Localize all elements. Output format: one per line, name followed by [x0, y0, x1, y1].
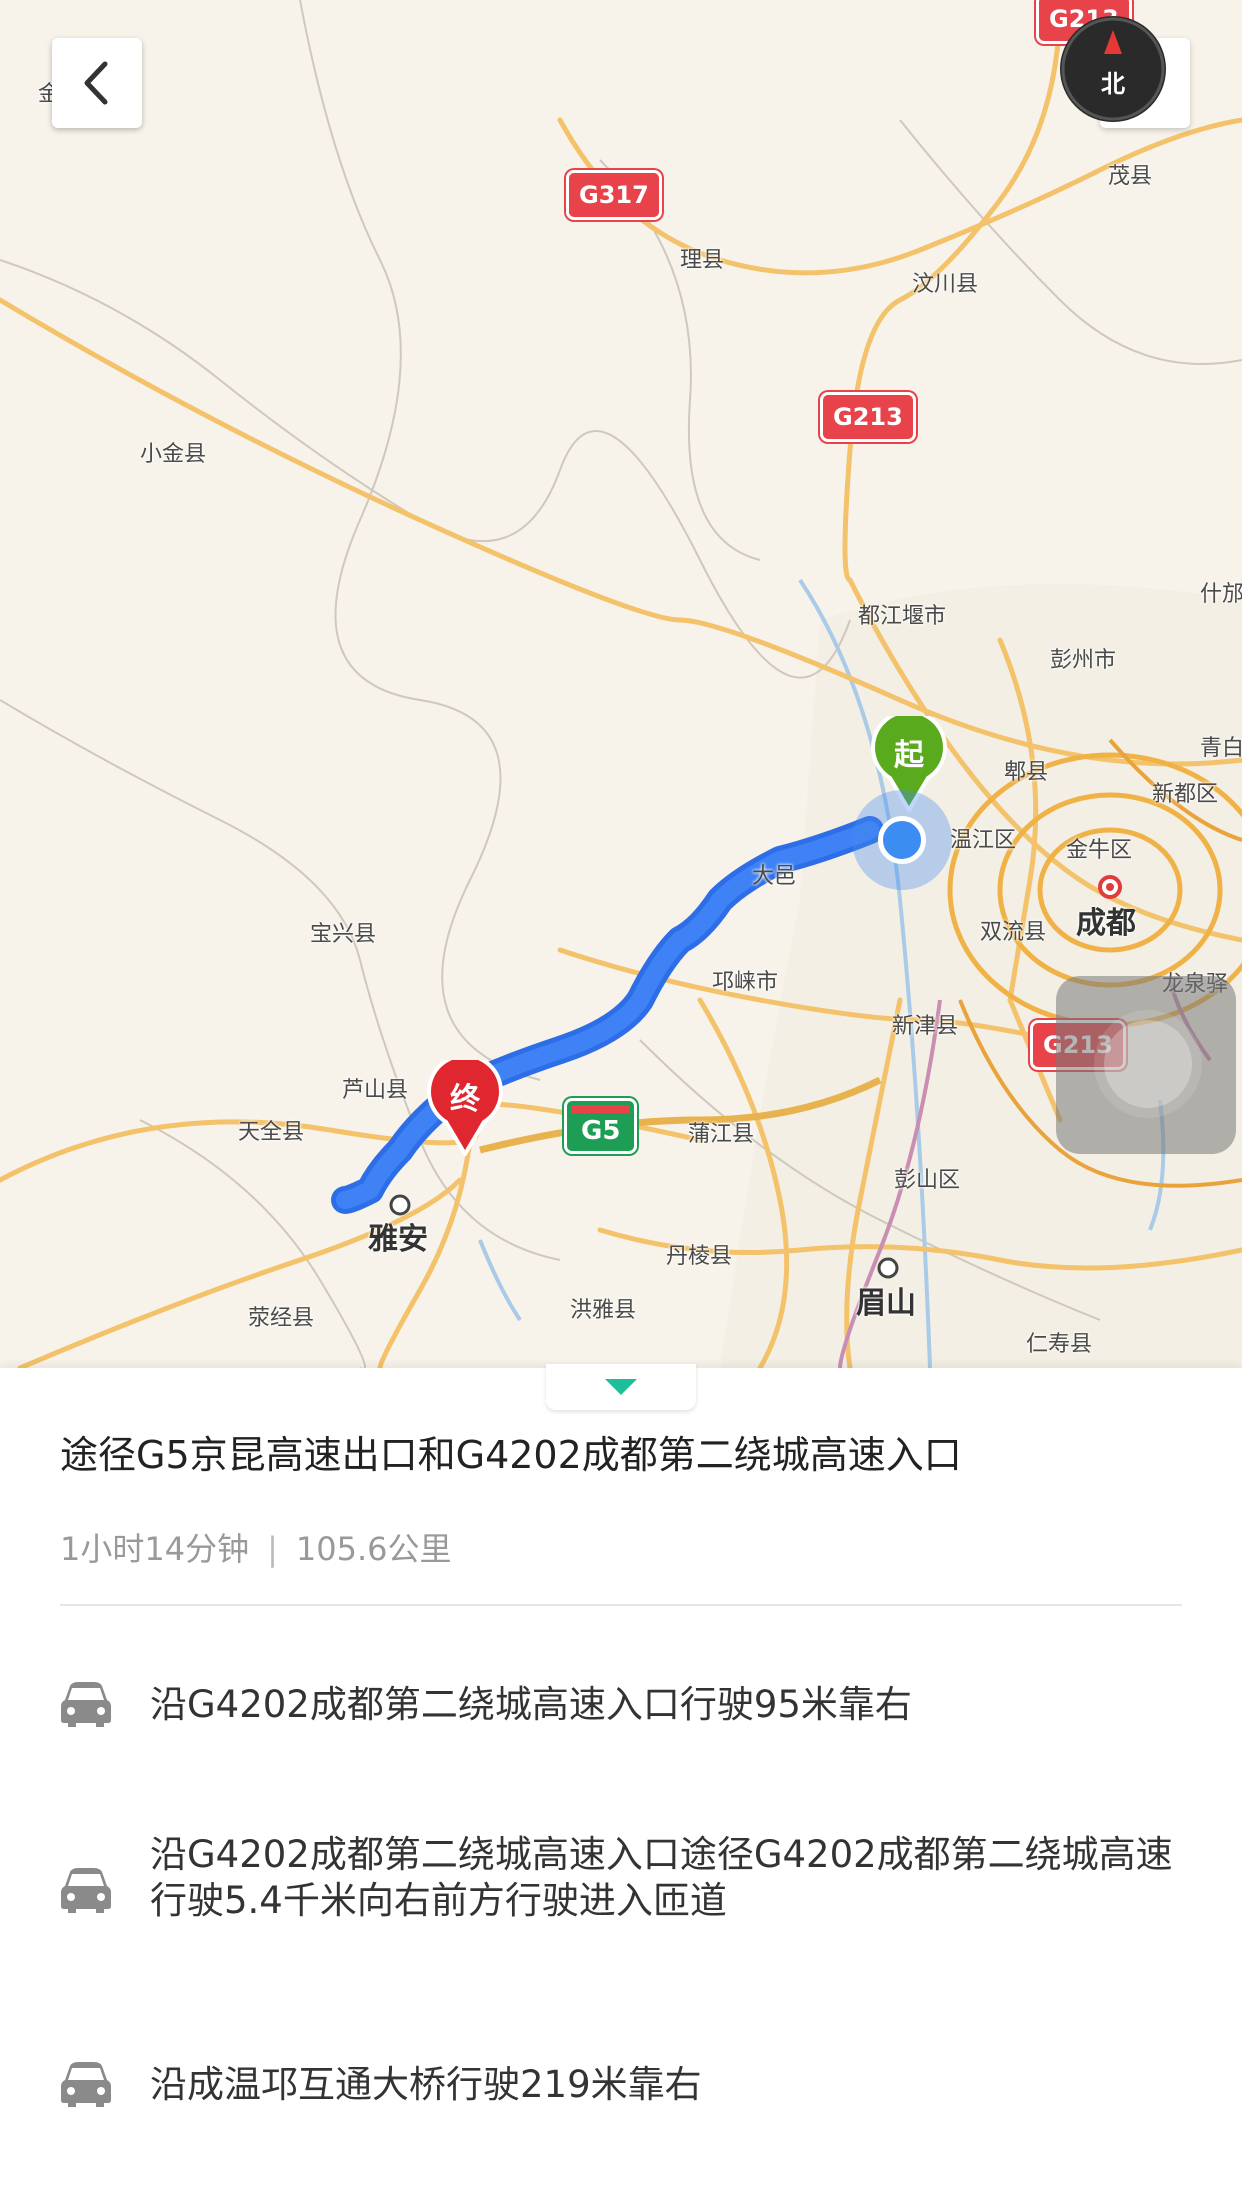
place-label: 温江区	[950, 828, 1017, 853]
place-label: 彭山区	[894, 1168, 961, 1193]
car-icon	[61, 1682, 111, 1727]
caret-down-icon	[605, 1379, 637, 1395]
car-icon	[61, 1868, 111, 1913]
route-step-text: 沿G4202成都第二绕城高速入口行驶95米靠右	[150, 1683, 912, 1726]
place-label: 双流县	[980, 920, 1047, 945]
route-step-text: 沿成温邛互通大桥行驶219米靠右	[150, 2063, 702, 2106]
place-label: 荥经县	[248, 1306, 315, 1331]
place-label: 金牛区	[1066, 838, 1133, 863]
end-pin[interactable]: 终	[426, 1053, 504, 1158]
chevron-left-icon	[84, 61, 108, 105]
place-label: 理县	[680, 248, 725, 273]
place-label: 小金县	[140, 442, 207, 467]
place-label: 宝兴县	[310, 922, 377, 947]
place-label: 汶川县	[912, 272, 979, 297]
place-label: 天全县	[238, 1120, 305, 1145]
route-summary: 1小时14分钟 | 105.6公里	[60, 1524, 452, 1570]
route-step[interactable]: 沿G4202成都第二绕城高速入口行驶95米靠右	[0, 1668, 1242, 1788]
route-step-text: 沿G4202成都第二绕城高速入口途径G4202成都第二绕城高速行驶5.4千米向右…	[150, 1833, 1173, 1922]
place-label: 茂县	[1108, 164, 1153, 189]
highway-shield: G213	[820, 392, 916, 442]
place-label: 彭州市	[1050, 648, 1117, 673]
place-label: 蒲江县	[688, 1122, 755, 1147]
compass-north-label: 北	[1101, 70, 1125, 98]
current-location-icon	[852, 790, 952, 890]
summary-separator: |	[267, 1530, 278, 1568]
route-step[interactable]: 沿成温邛互通大桥行驶219米靠右	[0, 2048, 1242, 2168]
city-label-yaan: 雅安	[368, 1222, 428, 1257]
place-label: 青白	[1200, 736, 1242, 761]
divider	[60, 1604, 1182, 1606]
route-detail-panel: 途径G5京昆高速出口和G4202成都第二绕城高速入口 1小时14分钟 | 105.6…	[0, 1364, 1242, 2208]
place-label: 丹棱县	[666, 1244, 733, 1269]
route-duration: 1小时14分钟	[60, 1530, 250, 1568]
route-step[interactable]: 沿G4202成都第二绕城高速入口途径G4202成都第二绕城高速行驶5.4千米向右…	[0, 1828, 1242, 1978]
start-pin-label: 起	[894, 738, 924, 773]
route-distance: 105.6公里	[295, 1530, 452, 1568]
place-label: 邛崃市	[712, 970, 779, 995]
place-label: 新津县	[892, 1014, 959, 1039]
place-label: 仁寿县	[1026, 1332, 1093, 1357]
city-label-chengdu: 成都	[1076, 906, 1136, 941]
map-view[interactable]: 茂县 理县 汶川县 小金县 都江堰市 什邡 彭州市 青白 郫县 新都区 温江区 …	[0, 0, 1242, 1368]
joystick-control[interactable]	[1056, 976, 1236, 1154]
place-label: 什邡	[1200, 582, 1242, 607]
place-label: 新都区	[1152, 782, 1219, 807]
end-pin-label: 终	[450, 1082, 480, 1117]
route-title: 途径G5京昆高速出口和G4202成都第二绕城高速入口	[60, 1433, 962, 1477]
compass-button[interactable]: 北	[1060, 16, 1166, 122]
expressway-shield: G5	[564, 1098, 638, 1154]
joystick-knob[interactable]	[1104, 1020, 1192, 1108]
place-label: 郫县	[1004, 760, 1049, 785]
place-label: 大邑	[752, 864, 797, 889]
place-label: 芦山县	[342, 1078, 409, 1103]
car-icon	[61, 2062, 111, 2107]
place-label: 都江堰市	[858, 604, 947, 629]
collapse-handle[interactable]	[546, 1364, 696, 1410]
back-button[interactable]	[52, 38, 142, 128]
place-label: 洪雅县	[570, 1298, 637, 1323]
highway-shield: G317	[566, 170, 662, 220]
city-label-meishan: 眉山	[856, 1286, 916, 1321]
